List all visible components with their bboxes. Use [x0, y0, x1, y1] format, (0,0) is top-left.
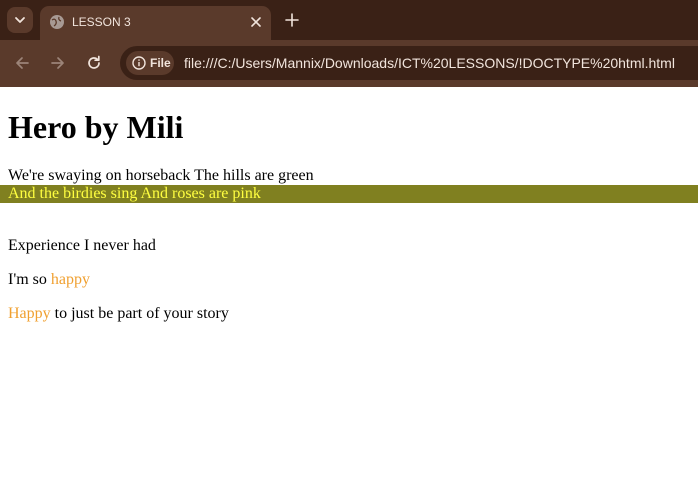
lyric-line-3: Experience I never had: [8, 237, 156, 254]
happy-word-capitalized: Happy: [8, 305, 51, 322]
active-tab[interactable]: LESSON 3: [40, 6, 271, 40]
browser-toolbar: File file:///C:/Users/Mannix/Downloads/I…: [0, 40, 698, 87]
close-icon[interactable]: [248, 14, 264, 30]
page-content: Hero by Mili We're swaying on horseback …: [0, 87, 698, 492]
url-text[interactable]: file:///C:/Users/Mannix/Downloads/ICT%20…: [184, 54, 675, 72]
globe-icon: [50, 15, 64, 29]
lyric-line-4: I'm so happy: [8, 271, 90, 289]
info-icon: [132, 56, 146, 70]
highlight-band: And the birdies sing And roses are pink: [0, 185, 698, 203]
new-tab-plus-icon[interactable]: [284, 12, 300, 28]
tab-search-button[interactable]: [7, 7, 33, 33]
reload-icon[interactable]: [85, 54, 103, 72]
lyric-line-5-suffix: to just be part of your story: [50, 305, 229, 322]
page-title: Hero by Mili: [8, 109, 184, 145]
scheme-label: File: [150, 56, 171, 70]
chevron-down-icon: [15, 17, 25, 23]
lyric-line-2-highlighted: And the birdies sing And roses are pink: [8, 185, 261, 202]
tab-strip: LESSON 3: [0, 0, 698, 40]
tab-title: LESSON 3: [72, 15, 131, 29]
lyric-line-4-prefix: I'm so: [8, 271, 51, 288]
address-bar[interactable]: File file:///C:/Users/Mannix/Downloads/I…: [120, 46, 698, 80]
site-info-chip[interactable]: File: [126, 51, 174, 75]
back-arrow-icon[interactable]: [13, 54, 31, 72]
forward-arrow-icon[interactable]: [49, 54, 67, 72]
lyric-line-5: Happy to just be part of your story: [8, 305, 229, 323]
lyric-line-1: We're swaying on horseback The hills are…: [8, 167, 314, 184]
happy-word: happy: [50, 271, 90, 288]
